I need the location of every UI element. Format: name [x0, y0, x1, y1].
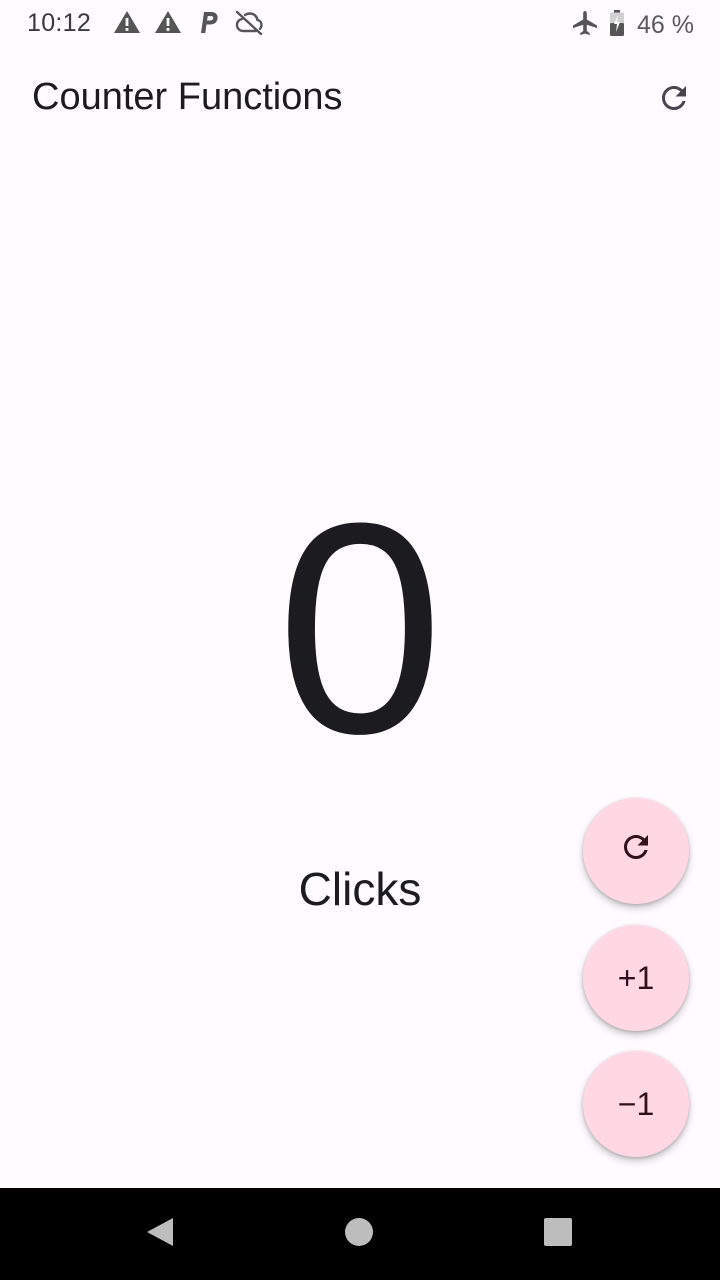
home-button[interactable]	[327, 1202, 391, 1266]
increment-label: +1	[617, 959, 655, 996]
toolbar-reset-button[interactable]	[648, 74, 700, 126]
back-icon	[143, 1215, 177, 1254]
warning-icon	[154, 9, 182, 35]
navigation-bar	[0, 1188, 720, 1280]
reset-fab[interactable]	[583, 798, 689, 904]
refresh-icon	[618, 829, 654, 873]
page-title: Counter Functions	[32, 76, 343, 118]
screen: 10:12 46 % Counter Functions 0 Clicks +1…	[0, 0, 720, 1280]
decrement-fab[interactable]: −1	[583, 1051, 689, 1157]
status-time: 10:12	[27, 9, 92, 37]
app-bar: Counter Functions	[0, 56, 720, 142]
recents-icon	[543, 1217, 573, 1252]
decrement-label: −1	[617, 1085, 655, 1122]
cloud-off-icon	[234, 9, 264, 35]
parking-icon	[195, 9, 221, 35]
home-icon	[344, 1217, 374, 1252]
battery-percentage: 46 %	[637, 11, 694, 39]
system-icons: 46 %	[571, 9, 694, 42]
status-bar: 10:12 46 %	[0, 0, 720, 48]
increment-fab[interactable]: +1	[583, 925, 689, 1031]
back-button[interactable]	[128, 1202, 192, 1266]
notification-icons	[113, 9, 264, 35]
battery-icon	[609, 9, 625, 42]
counter-value: 0	[276, 460, 444, 796]
warning-icon	[113, 9, 141, 35]
refresh-icon	[656, 80, 692, 121]
airplane-icon	[571, 9, 599, 42]
recents-button[interactable]	[526, 1202, 590, 1266]
